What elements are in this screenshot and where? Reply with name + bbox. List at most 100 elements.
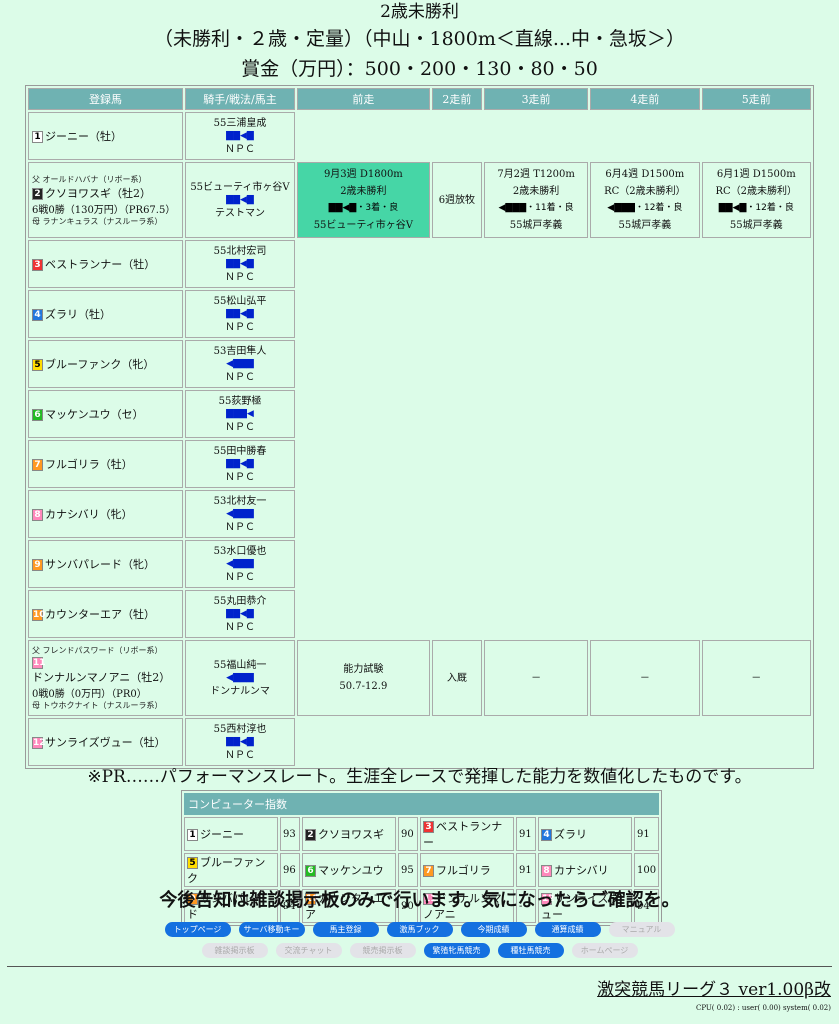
horse-name[interactable]: サンバパレード（牝） bbox=[45, 558, 155, 571]
divider bbox=[7, 966, 832, 967]
horse-name[interactable]: サンライズヴュー（牡） bbox=[45, 736, 166, 749]
past-race-l3: ◀▇▇▇・12着・良 bbox=[607, 203, 683, 213]
horse-name[interactable]: カウンターエア（牡） bbox=[45, 608, 155, 621]
horse-number-badge: 1 bbox=[32, 131, 43, 143]
nav-button[interactable]: 馬主登録 bbox=[312, 922, 379, 937]
jockey-cell: 55ビューティ市ヶ谷V ▇▇◀▇ テストマン bbox=[185, 162, 295, 238]
horse-name-line: 12サンライズヴュー（牡） bbox=[32, 734, 182, 750]
horse-cell: 8 カナシバリ（牝） bbox=[28, 490, 183, 538]
horse-name[interactable]: ジーニー（牡） bbox=[45, 130, 122, 143]
race-entry-table: 登録馬 騎手/戦法/馬主 前走 2走前 3走前 4走前 5走前 1 ジーニー（牡）… bbox=[25, 85, 814, 769]
jockey-cell: 55北村宏司 ▇▇◀▇ ＮＰＣ bbox=[185, 240, 295, 288]
horse-number-badge: 5 bbox=[32, 359, 43, 371]
running-style: ▇▇◀▇ bbox=[226, 258, 254, 269]
jockey-name: 55ビューティ市ヶ谷V bbox=[190, 181, 290, 193]
jockey-name: 55松山弘平 bbox=[213, 295, 267, 307]
horse-number-badge: 4 bbox=[541, 829, 552, 841]
index-score: 100 bbox=[634, 853, 660, 887]
horse-record: 6戦0勝（130万円）（PR67.5） bbox=[32, 204, 176, 216]
horse-name[interactable]: フルゴリラ（牡） bbox=[45, 458, 133, 471]
past-race-empty bbox=[297, 718, 811, 766]
owner-name: テストマン bbox=[215, 207, 265, 219]
nav-button[interactable]: 今期成績 bbox=[460, 922, 527, 937]
index-horse-name: ジーニー bbox=[200, 828, 244, 841]
horse-name[interactable]: ブルーファンク（牝） bbox=[45, 358, 154, 371]
owner-name: ＮＰＣ bbox=[225, 749, 255, 761]
nav-row-1: トップページ サーバ移動キー 馬主登録 激馬ブック 今期成績 通算成績 マニュアル bbox=[0, 917, 839, 937]
horse-number-badge: 12 bbox=[32, 737, 46, 749]
index-horse-cell: 6 マッケンユウ bbox=[302, 853, 396, 887]
nav-button[interactable]: サーバ移動キー bbox=[238, 922, 305, 937]
past-race-cell[interactable]: 6月1週 D1500m RC（2歳未勝利） ▇▇◀▇・12着・良 55城戸孝義 bbox=[701, 162, 811, 238]
index-horse-cell: 7 フルゴリラ bbox=[420, 853, 514, 887]
nav-button[interactable]: 種牡馬競売 bbox=[497, 943, 564, 958]
col-past-3: 3走前 bbox=[484, 88, 589, 110]
horse-name[interactable]: ドンナルンマノアニ（牡2） bbox=[32, 671, 170, 684]
pr-note: ※PR……パフォーマンスレート。生涯全レースで発揮した能力を数値化したものです。 bbox=[87, 767, 752, 787]
jockey-name: 55荻野極 bbox=[218, 395, 262, 407]
past-race-cell[interactable]: 能力試験 50.7-12.9 bbox=[297, 640, 430, 716]
past-race-l2: RC（2歳未勝利） bbox=[604, 186, 686, 197]
horse-number-badge: 6 bbox=[32, 409, 43, 421]
version-link[interactable]: 激突競馬リーグ３ ver1.00β改 bbox=[597, 975, 831, 1000]
jockey-cell: 55松山弘平 ▇▇◀▇ ＮＰＣ bbox=[185, 290, 295, 338]
horse-name[interactable]: マッケンユウ（セ） bbox=[45, 408, 144, 421]
jockey-cell: 53北村友一 ◀▇▇▇ ＮＰＣ bbox=[185, 490, 295, 538]
table-row: 4 ズラリ（牡） 55松山弘平 ▇▇◀▇ ＮＰＣ bbox=[28, 290, 811, 338]
horse-number-badge: 8 bbox=[32, 509, 43, 521]
table-row: 8 カナシバリ（牝） 53北村友一 ◀▇▇▇ ＮＰＣ bbox=[28, 490, 811, 538]
computer-index-title: コンピューター指数 bbox=[184, 793, 660, 815]
past-race-l1: 6月1週 D1500m bbox=[716, 169, 796, 180]
index-row: 1 ジーニー 93 2 クソヨワスギ 90 3 ベストランナー 91 4 ズラリ 91 bbox=[184, 817, 660, 851]
past-race-cell[interactable]: 9月3週 D1800m 2歳未勝利 ▇▇◀▇・3着・良 55ビューティ市ヶ谷V bbox=[297, 162, 430, 238]
index-row: 5 ブルーファンク 96 6 マッケンユウ 95 7 フルゴリラ 91 8 カナシバリ 100 bbox=[184, 853, 660, 887]
past-race-cell[interactable]: － bbox=[590, 640, 700, 716]
table-row: 父 フレンドパスワード（リボー系） 11 ドンナルンマノアニ（牡2） 0戦0勝（0万円… bbox=[28, 640, 811, 716]
horse-number-badge: 6 bbox=[305, 865, 316, 877]
running-style: ▇▇◀▇ bbox=[226, 130, 254, 141]
nav-button[interactable]: 激馬ブック bbox=[386, 922, 453, 937]
horse-name[interactable]: カナシバリ（牝） bbox=[45, 508, 133, 521]
past-race-empty bbox=[297, 340, 811, 388]
jockey-name: 53吉田隼人 bbox=[213, 345, 267, 357]
past-race-cell[interactable]: 6週放牧 bbox=[431, 162, 482, 238]
horse-number-badge: 3 bbox=[423, 821, 434, 833]
horse-number-badge: 7 bbox=[423, 865, 434, 877]
jockey-name: 55三浦皇成 bbox=[213, 117, 267, 129]
past-race-cell[interactable]: 6月4週 D1500m RC（2歳未勝利） ◀▇▇▇・12着・良 55城戸孝義 bbox=[590, 162, 700, 238]
running-style: ◀▇▇▇ bbox=[226, 558, 254, 569]
past-race-l2: RC（2歳未勝利） bbox=[715, 186, 798, 197]
horse-name-line: 10カウンターエア（牡） bbox=[32, 606, 182, 622]
horse-name-line: 9 サンバパレード（牝） bbox=[32, 556, 182, 572]
past-race-empty bbox=[297, 240, 811, 288]
past-race-l3: ▇▇◀▇・3着・良 bbox=[328, 203, 399, 213]
nav-button[interactable]: 繁殖牝馬競売 bbox=[423, 943, 490, 958]
horse-name[interactable]: クソヨワスギ（牡2） bbox=[45, 187, 151, 200]
horse-number-badge: 2 bbox=[305, 829, 316, 841]
past-race-cell[interactable]: － bbox=[701, 640, 811, 716]
horse-name[interactable]: ズラリ（牡） bbox=[45, 308, 111, 321]
past-race-cell[interactable]: 7月2週 T1200m 2歳未勝利 ◀▇▇▇・11着・良 55城戸孝義 bbox=[484, 162, 589, 238]
horse-sire: 父 オールドハバナ（リボー系） bbox=[32, 174, 147, 184]
index-score: 91 bbox=[516, 817, 536, 851]
jockey-cell: 55三浦皇成 ▇▇◀▇ ＮＰＣ bbox=[185, 112, 295, 160]
index-horse-name: ズラリ bbox=[554, 828, 587, 841]
owner-name: ＮＰＣ bbox=[225, 321, 255, 333]
horse-name-line: 8 カナシバリ（牝） bbox=[32, 506, 182, 522]
horse-cell: 4 ズラリ（牡） bbox=[28, 290, 183, 338]
table-row: 9 サンバパレード（牝） 53水口優也 ◀▇▇▇ ＮＰＣ bbox=[28, 540, 811, 588]
horse-cell: 1 ジーニー（牡） bbox=[28, 112, 183, 160]
index-horse-cell: 4 ズラリ bbox=[538, 817, 632, 851]
horse-number-badge: 8 bbox=[541, 865, 552, 877]
horse-name[interactable]: ベストランナー（牡） bbox=[45, 258, 155, 271]
past-race-cell[interactable]: － bbox=[484, 640, 589, 716]
index-score: 91 bbox=[516, 853, 536, 887]
past-race-l4: 55城戸孝義 bbox=[618, 220, 672, 231]
index-horse-cell: 3 ベストランナー bbox=[420, 817, 514, 851]
past-race-l2: 2歳未勝利 bbox=[340, 186, 387, 197]
nav-button[interactable]: トップページ bbox=[164, 922, 231, 937]
past-race-l1: 7月2週 T1200m bbox=[497, 169, 575, 180]
past-race-cell[interactable]: 入厩 bbox=[431, 640, 482, 716]
nav-button[interactable]: 通算成績 bbox=[534, 922, 601, 937]
horse-cell: 6 マッケンユウ（セ） bbox=[28, 390, 183, 438]
